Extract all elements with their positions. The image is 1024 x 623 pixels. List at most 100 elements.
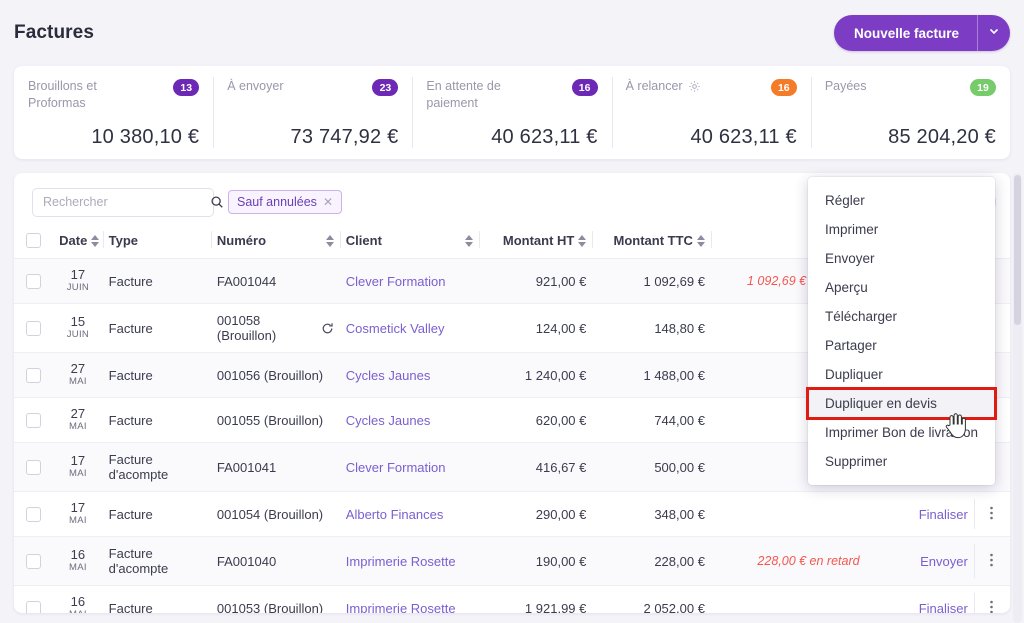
row-checkbox[interactable] (26, 273, 42, 289)
context-menu-item-envoyer[interactable]: Envoyer (808, 244, 995, 273)
context-menu-item-dupliquer[interactable]: Dupliquer (808, 360, 995, 389)
row-checkbox[interactable] (26, 320, 42, 336)
context-menu-item-partager[interactable]: Partager (808, 331, 995, 360)
row-checkbox[interactable] (26, 600, 42, 613)
row-action-link[interactable]: Finaliser (865, 585, 974, 613)
stat-label: En attente de paiement (426, 79, 501, 110)
stat-badge: 23 (372, 79, 399, 96)
row-client-cell[interactable]: Cycles Jaunes (339, 352, 479, 398)
row-client-link[interactable]: Alberto Finances (346, 507, 444, 522)
vertical-scrollbar[interactable] (1013, 173, 1022, 623)
row-date: 17 MAI (53, 491, 103, 537)
row-select-cell[interactable] (14, 442, 54, 492)
context-menu-item-telecharger[interactable]: Télécharger (808, 302, 995, 331)
row-select-cell[interactable] (14, 352, 54, 398)
row-client-cell[interactable]: Clever Formation (339, 442, 479, 492)
context-menu-item-apercu[interactable]: Aperçu (808, 273, 995, 302)
row-numero: 001053 (Brouillon) (216, 600, 324, 614)
row-date: 27 MAI (53, 397, 103, 443)
new-invoice-dropdown-toggle[interactable] (977, 15, 1010, 51)
row-numero-cell: 001054 (Brouillon) (210, 491, 340, 537)
stat-card-paid[interactable]: Payées 19 85 204,20 € (810, 66, 1010, 159)
select-all-checkbox[interactable] (26, 233, 42, 248)
search-icon[interactable] (210, 195, 224, 209)
page-header: Factures Nouvelle facture (0, 0, 1024, 66)
stat-value: 40 623,11 € (690, 126, 797, 148)
column-label: Type (108, 233, 139, 248)
column-header-date[interactable]: Date (53, 227, 103, 259)
close-icon[interactable]: ✕ (323, 196, 333, 208)
new-invoice-button[interactable]: Nouvelle facture (834, 15, 977, 51)
column-label: Date (59, 233, 88, 248)
row-context-menu[interactable]: Régler Imprimer Envoyer Aperçu Télécharg… (806, 177, 997, 485)
row-client-cell[interactable]: Cosmetick Valley (339, 303, 479, 353)
gear-icon[interactable] (688, 80, 701, 93)
row-client-link[interactable]: Imprimerie Rosette (346, 601, 456, 614)
stat-card-awaiting-payment[interactable]: En attente de paiement 16 40 623,11 € (412, 66, 611, 159)
row-action-link[interactable]: Finaliser (865, 491, 974, 537)
row-client-cell[interactable]: Imprimerie Rosette (339, 536, 479, 586)
row-menu-button[interactable] (973, 491, 1010, 537)
sort-arrows-icon[interactable] (91, 234, 100, 247)
row-date: 17 MAI (53, 442, 103, 492)
column-header-numero[interactable]: Numéro (210, 227, 340, 259)
sort-arrows-icon[interactable] (578, 234, 587, 247)
row-select-cell[interactable] (14, 536, 54, 586)
row-select-cell[interactable] (14, 397, 54, 443)
row-client-cell[interactable]: Alberto Finances (339, 491, 479, 537)
row-client-link[interactable]: Cosmetick Valley (346, 321, 445, 336)
row-montant-ht: 190,00 € (478, 536, 593, 586)
row-checkbox[interactable] (26, 367, 42, 383)
row-client-link[interactable]: Imprimerie Rosette (346, 554, 456, 569)
context-menu-item-imprimer-bon-de-livraison[interactable]: Imprimer Bon de livraison (808, 418, 995, 447)
column-header-client[interactable]: Client (339, 227, 479, 259)
new-invoice-button-group[interactable]: Nouvelle facture (833, 15, 1010, 51)
row-action-link[interactable]: Envoyer (865, 536, 974, 586)
column-header-montant-ttc[interactable]: Montant TTC (592, 227, 711, 259)
row-checkbox[interactable] (26, 459, 42, 475)
search-input[interactable] (43, 195, 204, 209)
row-checkbox[interactable] (26, 506, 42, 522)
stat-card-to-send[interactable]: À envoyer 23 73 747,92 € (213, 66, 412, 159)
select-all-header[interactable] (14, 227, 54, 259)
scrollbar-thumb[interactable] (1014, 175, 1021, 325)
table-row[interactable]: 17 MAI Facture 001054 (Brouillon) Albert… (14, 491, 1010, 537)
row-client-link[interactable]: Clever Formation (346, 460, 446, 475)
row-numero-cell: 001053 (Brouillon) (210, 585, 340, 614)
row-date: 17 JUIN (53, 258, 103, 304)
stat-card-to-remind[interactable]: À relancer 16 40 623,11 € (611, 66, 811, 159)
row-client-cell[interactable]: Clever Formation (339, 258, 479, 304)
row-type: Facture (102, 258, 211, 304)
row-client-link[interactable]: Cycles Jaunes (346, 413, 431, 428)
row-menu-button[interactable] (973, 536, 1010, 586)
date-day: 16 (70, 547, 86, 562)
row-select-cell[interactable] (14, 585, 54, 613)
row-menu-button[interactable] (973, 585, 1010, 613)
row-client-link[interactable]: Clever Formation (346, 274, 446, 289)
row-date: 27 MAI (53, 352, 103, 398)
row-montant-ht: 416,67 € (478, 442, 593, 492)
column-header-montant-ht[interactable]: Montant HT (478, 227, 593, 259)
sort-arrows-icon[interactable] (464, 234, 473, 247)
row-client-cell[interactable]: Imprimerie Rosette (339, 585, 479, 614)
sort-arrows-icon[interactable] (696, 234, 705, 247)
row-client-link[interactable]: Cycles Jaunes (346, 368, 431, 383)
row-client-cell[interactable]: Cycles Jaunes (339, 397, 479, 443)
row-select-cell[interactable] (14, 491, 54, 537)
row-checkbox[interactable] (26, 553, 42, 569)
context-menu-item-regler[interactable]: Régler (808, 186, 995, 215)
table-row[interactable]: 16 MAI Facture 001053 (Brouillon) Imprim… (14, 585, 1010, 614)
row-select-cell[interactable] (14, 258, 54, 304)
context-menu-item-supprimer[interactable]: Supprimer (808, 447, 995, 476)
row-numero: 001055 (Brouillon) (216, 412, 324, 428)
table-row[interactable]: 16 MAI Facture d'acompte FA001040 Imprim… (14, 536, 1010, 586)
filter-chip-sauf-annulees[interactable]: Sauf annulées ✕ (228, 190, 342, 214)
search-box[interactable] (32, 187, 223, 217)
row-select-cell[interactable] (14, 303, 54, 353)
context-menu-item-imprimer[interactable]: Imprimer (808, 215, 995, 244)
stat-card-drafts[interactable]: Brouillons et Proformas 13 10 380,10 € (14, 66, 213, 159)
sort-arrows-icon[interactable] (325, 234, 334, 247)
row-checkbox[interactable] (26, 412, 42, 428)
row-numero: 001054 (Brouillon) (216, 506, 324, 522)
context-menu-item-dupliquer-en-devis[interactable]: Dupliquer en devis (806, 387, 997, 420)
